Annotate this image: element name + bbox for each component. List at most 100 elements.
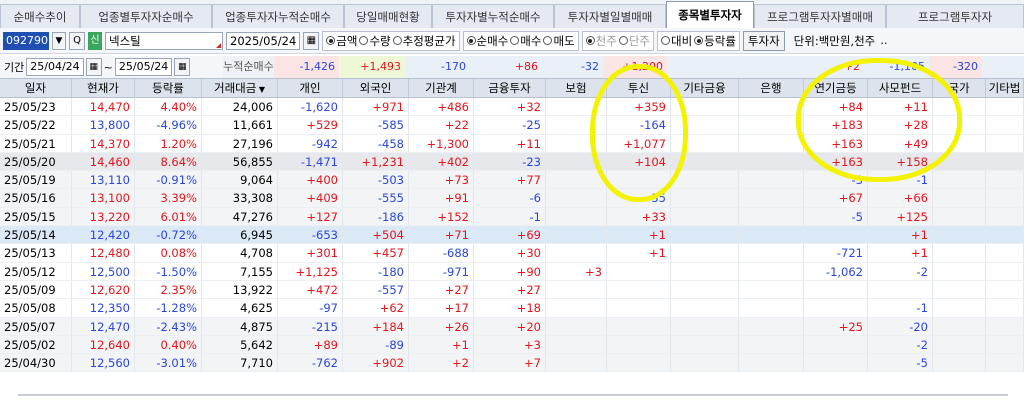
calendar-icon[interactable]: ▦ <box>85 58 102 76</box>
tab-5[interactable]: 투자자별일별매매 <box>554 4 666 28</box>
table-cell: +71 <box>409 226 474 245</box>
date-field[interactable]: 2025/05/24 <box>226 31 301 50</box>
radio-option[interactable]: 매도 <box>543 33 575 49</box>
table-cell <box>546 280 607 300</box>
radio-option[interactable]: 수량 <box>359 33 391 49</box>
more-icon[interactable]: ‥ <box>878 34 887 47</box>
tab-7[interactable]: 프로그램투자자별매매 <box>754 4 886 28</box>
table-cell: -1 <box>868 171 933 190</box>
table-row[interactable]: 25/05/23 14,470 4.40% 24,006 -1,620 +971 +486 +… <box>0 98 1024 117</box>
period-start-field[interactable]: 25/04/24 <box>26 58 84 76</box>
table-cell <box>933 317 986 336</box>
table-cell: 25/05/23 <box>0 98 72 117</box>
radio-option[interactable]: 금액 <box>326 33 357 49</box>
table-cell <box>671 189 739 208</box>
table-row[interactable]: 25/05/12 12,500 -1.50% 7,155 +1,125 -180 -971 +… <box>0 262 1024 281</box>
column-header[interactable]: 개인 <box>278 79 343 97</box>
table-cell <box>986 244 1024 263</box>
tab-6[interactable]: 종목별투자자 <box>666 1 754 28</box>
radio-option[interactable]: 등락률 <box>694 33 736 49</box>
table-row[interactable]: 25/04/30 12,560 -3.01% 7,710 -762 +902 +2 +7 -5 <box>0 354 1024 373</box>
table-cell: +457 <box>343 244 409 263</box>
table-row[interactable]: 25/05/22 13,800 -4.96% 11,661 +529 -585 +22 -25… <box>0 116 1024 135</box>
column-header[interactable]: 등락률 <box>135 79 202 97</box>
column-header[interactable]: 거래대금 ▼ <box>202 79 278 97</box>
table-cell: 7,710 <box>202 354 278 373</box>
table-row[interactable]: 25/05/13 12,480 0.08% 4,708 +301 +457 -688 +30 +… <box>0 244 1024 263</box>
table-row[interactable]: 25/05/14 12,420 -0.72% 6,945 -653 +504 +71 +69 +… <box>0 226 1024 245</box>
table-cell: +25 <box>804 317 868 336</box>
period-end-field[interactable]: 25/05/24 <box>114 58 173 76</box>
column-header[interactable]: 외국인 <box>343 79 409 97</box>
column-header[interactable]: 보험 <box>546 79 607 97</box>
table-cell <box>739 354 804 373</box>
radio-dot-icon <box>466 36 476 45</box>
radio-option[interactable]: 매수 <box>510 33 541 49</box>
compare-radio-group: 대비 등락률 <box>656 30 740 51</box>
radio-label: 등락률 <box>704 33 736 48</box>
column-header[interactable]: 연기금등 <box>804 79 868 97</box>
tab-4[interactable]: 투자자별누적순매수 <box>432 4 554 28</box>
calendar-icon[interactable]: ▦ <box>303 31 320 50</box>
table-cell <box>671 207 739 227</box>
stock-name-field[interactable]: 넥스틸 <box>105 31 223 50</box>
radio-option[interactable]: 순매수 <box>466 33 508 49</box>
radio-option[interactable]: 단주 <box>618 33 650 49</box>
tab-1[interactable]: 업종별투자자순매수 <box>80 4 212 28</box>
table-cell: 13,800 <box>72 116 135 135</box>
table-row[interactable]: 25/05/02 12,640 0.40% 5,642 +89 -89 +1 +3 -2 <box>0 335 1024 355</box>
table-cell <box>986 354 1024 373</box>
table-cell: 25/05/15 <box>0 207 72 227</box>
column-header[interactable]: 현재가 <box>72 79 135 97</box>
search-icon[interactable]: Q <box>69 31 85 50</box>
table-cell <box>607 262 671 281</box>
table-row[interactable]: 25/05/16 13,100 3.39% 33,308 +409 -555 +91 -6 -3… <box>0 189 1024 208</box>
chevron-down-icon[interactable]: ▼ <box>52 31 66 50</box>
table-cell <box>546 299 607 318</box>
table-cell: -2 <box>868 262 933 281</box>
radio-dot-icon <box>618 36 628 45</box>
table-cell <box>739 98 804 117</box>
column-header[interactable]: 투신 <box>607 79 671 97</box>
column-header[interactable]: 금융투자 <box>474 79 546 97</box>
tab-2[interactable]: 업종투자자누적순매수 <box>212 4 344 28</box>
table-row[interactable]: 25/05/19 13,110 -0.91% 9,064 +400 -503 +73 +77 -… <box>0 171 1024 190</box>
column-header[interactable]: 은행 <box>739 79 804 97</box>
trade-side-radio-group: 순매수 매수 매도 <box>462 30 579 51</box>
calendar-icon[interactable]: ▦ <box>174 58 191 76</box>
cumulative-sum-cell: +1,493 <box>339 56 405 78</box>
column-header-label: 투신 <box>627 81 650 95</box>
column-header[interactable]: 기타금융 <box>671 79 739 97</box>
stock-code-input[interactable]: 092790 <box>3 31 49 50</box>
tab-3[interactable]: 당일매매현황 <box>344 4 432 28</box>
radio-option[interactable]: 대비 <box>660 33 692 49</box>
table-cell: 25/05/19 <box>0 171 72 190</box>
table-cell: -0.72% <box>135 226 202 245</box>
table-cell <box>607 335 671 355</box>
table-row[interactable]: 25/05/21 14,370 1.20% 27,196 -942 -458 +1,300 +… <box>0 134 1024 153</box>
tab-8[interactable]: 프로그램투자자 <box>886 4 1024 28</box>
table-row[interactable]: 25/05/08 12,350 -1.28% 4,625 -97 +62 +17 +18 -1 <box>0 299 1024 318</box>
table-row[interactable]: 25/05/07 12,470 -2.43% 4,875 -215 +184 +26 +20 +… <box>0 317 1024 336</box>
radio-option[interactable]: 천주 <box>585 33 617 49</box>
table-row[interactable]: 25/05/09 12,620 2.35% 13,922 +472 -557 +27 +27 <box>0 280 1024 300</box>
table-cell: 12,500 <box>72 262 135 281</box>
table-cell <box>546 354 607 373</box>
table-row[interactable]: 25/05/20 14,460 8.64% 56,855 -1,471 +1,231 +40… <box>0 152 1024 172</box>
table-cell: 25/05/13 <box>0 244 72 263</box>
investor-button[interactable]: 투자자 <box>742 30 785 51</box>
sort-arrow-icon[interactable]: ▼ <box>256 85 265 94</box>
table-cell: 3.39% <box>135 189 202 208</box>
table-cell <box>546 207 607 227</box>
table-row[interactable]: 25/05/15 13,220 6.01% 47,276 +127 -186 +152 -1 +… <box>0 207 1024 227</box>
column-header[interactable]: 기타법 <box>986 79 1024 97</box>
column-header[interactable]: 국가 <box>933 79 986 97</box>
tab-0[interactable]: 순매수추이 <box>0 4 80 28</box>
radio-option[interactable]: 추정평균가 <box>392 33 456 49</box>
column-header[interactable]: 일자 <box>0 79 72 97</box>
table-cell <box>986 335 1024 355</box>
column-header[interactable]: 사모펀드 <box>868 79 933 97</box>
column-header[interactable]: 기관계 <box>409 79 474 97</box>
table-cell <box>739 262 804 281</box>
horizontal-scrollbar[interactable] <box>18 394 1008 402</box>
